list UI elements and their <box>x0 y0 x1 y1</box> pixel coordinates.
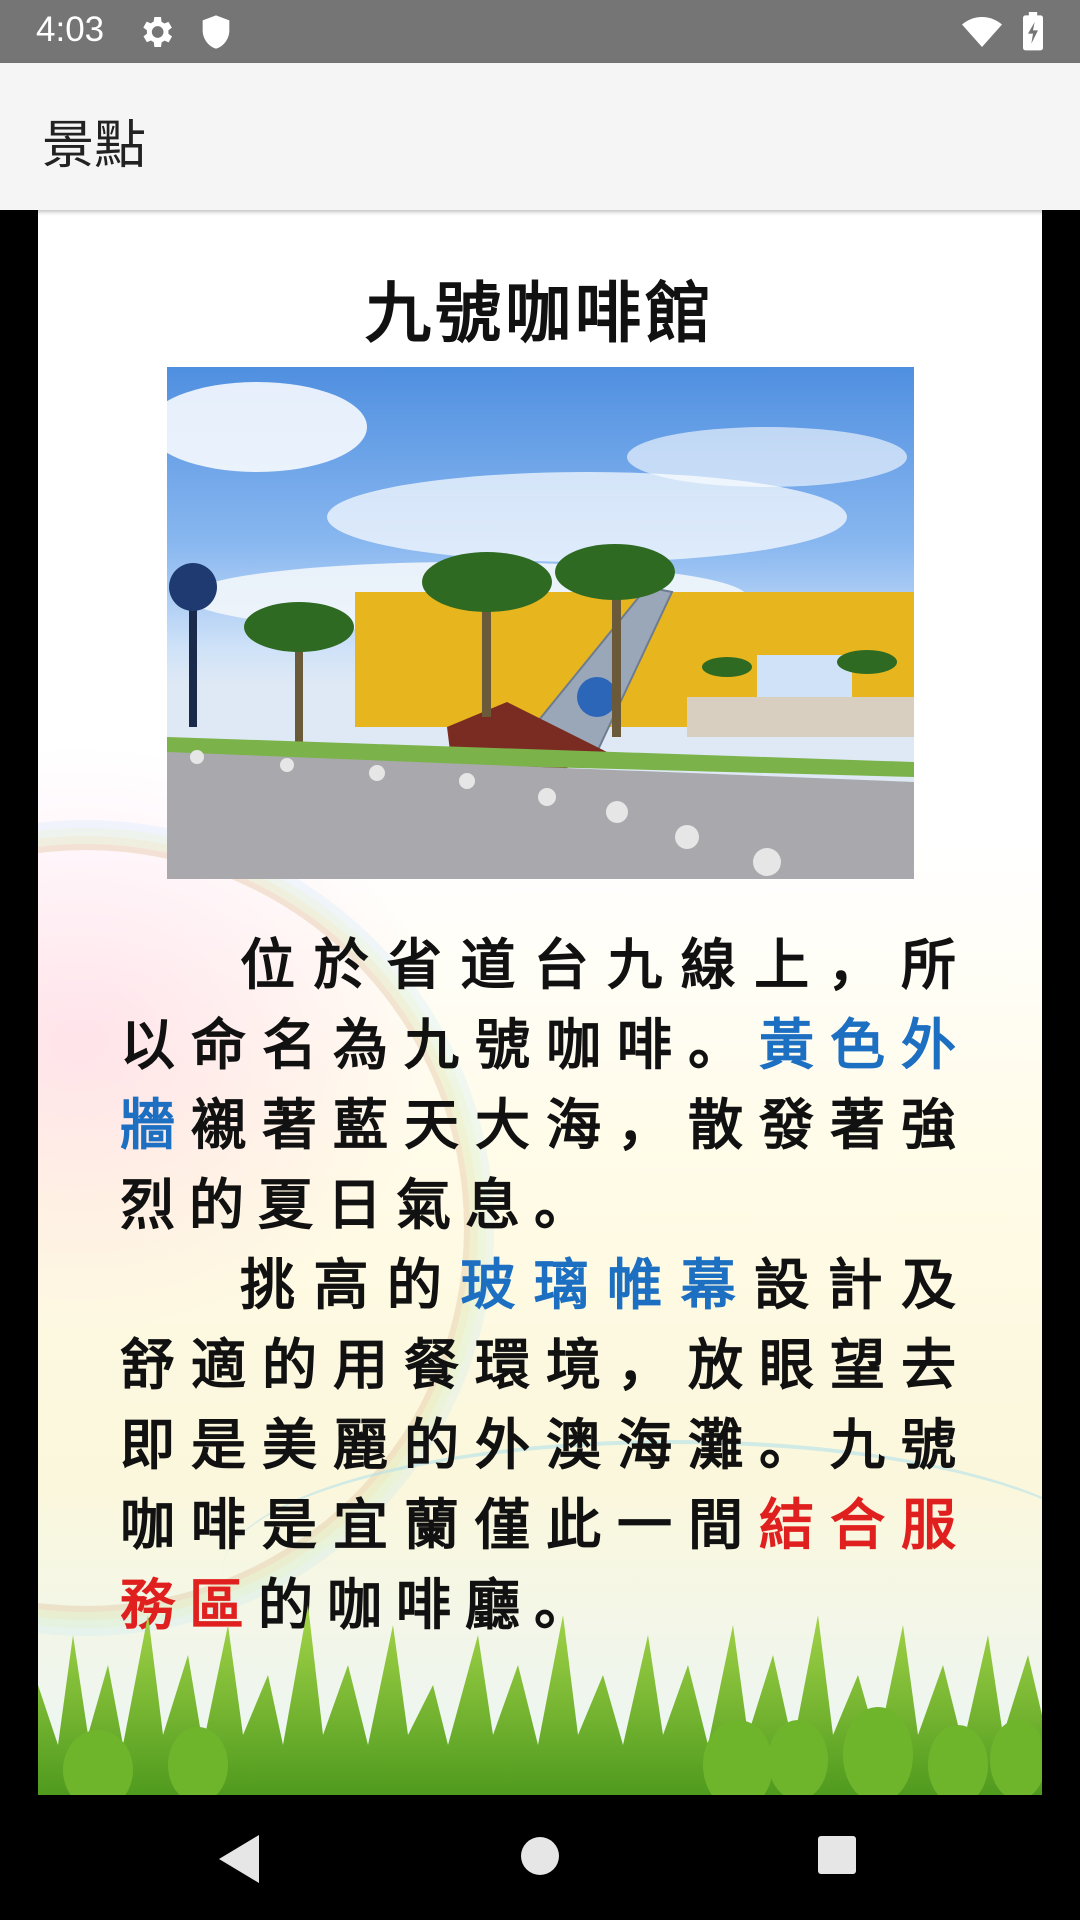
highlight-glass-curtain: 玻璃帷幕 <box>460 1252 755 1317</box>
grass-decoration <box>38 1605 1042 1795</box>
back-triangle-icon[interactable] <box>215 1833 263 1889</box>
app-bar-title: 景點 <box>42 116 147 176</box>
description-paragraph-1: 位於省道台九線上，所以命名為九號咖啡。黃色外牆襯著藍天大海，散發著強烈的夏日氣息… <box>120 925 970 1245</box>
paragraph1-text-end: 襯著藍天大海，散發著強烈的夏日氣息。 <box>120 1092 970 1237</box>
attraction-poster-image: 九號咖啡館 位於省道台九線上，所以命名為九號咖啡。黃色外牆襯著藍天大海，散發著強… <box>38 210 1042 1795</box>
status-time: 4:03 <box>36 10 105 49</box>
app-bar: 景點 <box>0 63 1080 210</box>
shield-icon <box>196 12 236 52</box>
poster-title: 九號咖啡館 <box>365 274 715 352</box>
settings-gear-icon <box>136 12 176 52</box>
wifi-icon <box>960 12 1002 52</box>
recents-square-icon[interactable] <box>817 1835 857 1879</box>
description-text: 位於省道台九線上，所以命名為九號咖啡。黃色外牆襯著藍天大海，散發著強烈的夏日氣息… <box>120 925 970 1645</box>
cafe-photo <box>167 367 914 879</box>
paragraph2-text: 挑高的 <box>240 1252 461 1317</box>
navigation-bar <box>0 1795 1080 1920</box>
battery-charging-icon <box>1020 12 1060 52</box>
home-circle-icon[interactable] <box>519 1835 561 1881</box>
content-area[interactable]: 九號咖啡館 位於省道台九線上，所以命名為九號咖啡。黃色外牆襯著藍天大海，散發著強… <box>0 210 1080 1795</box>
status-bar: 4:03 <box>0 0 1080 63</box>
description-paragraph-2: 挑高的玻璃帷幕設計及舒適的用餐環境，放眼望去即是美麗的外澳海灘。九號咖啡是宜蘭僅… <box>120 1245 970 1645</box>
